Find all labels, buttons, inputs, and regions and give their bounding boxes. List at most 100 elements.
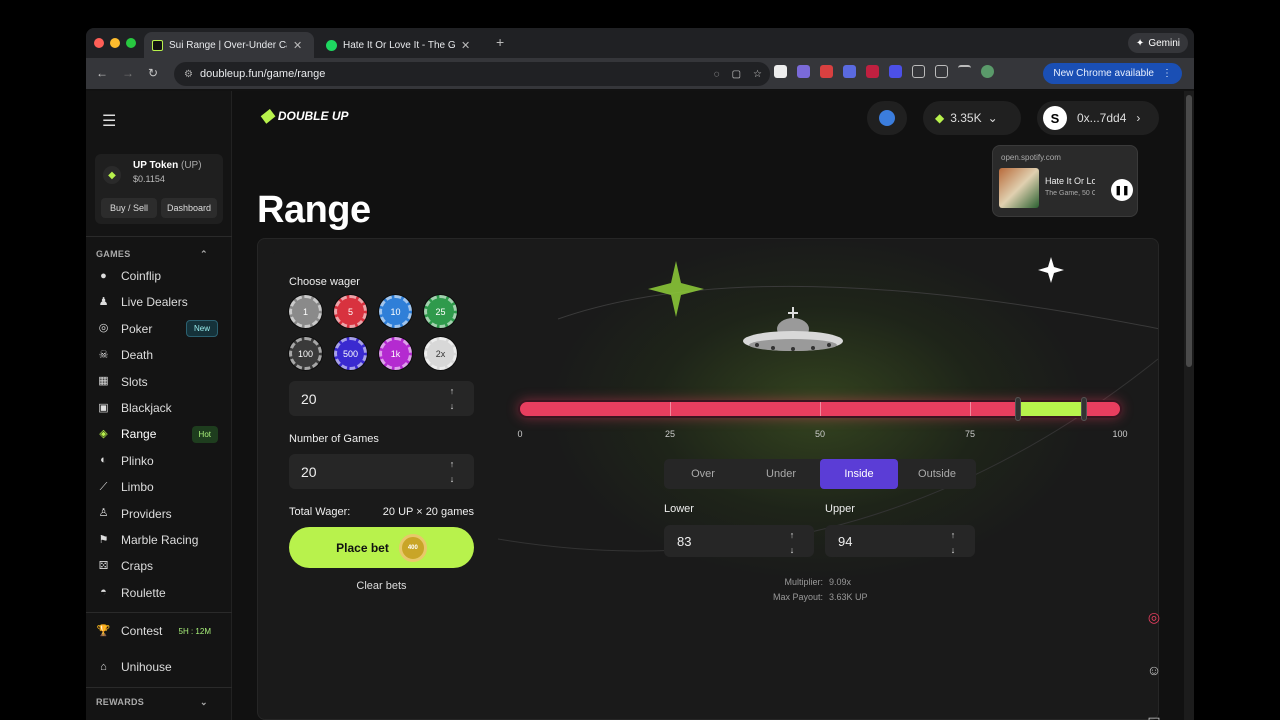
sidebar-item-death[interactable]: ☠ Death <box>96 344 222 366</box>
tab-title: Hate It Or Love It - The Ga <box>343 39 455 51</box>
wager-chip-5[interactable]: 5 <box>334 295 367 328</box>
lower-handle[interactable] <box>1015 397 1021 421</box>
page-scrollbar[interactable] <box>1184 91 1194 720</box>
sidepanel-icon[interactable] <box>935 65 948 78</box>
reload-icon[interactable]: ↻ <box>148 66 158 80</box>
sidebar-item-poker[interactable]: ◎ Poker New <box>96 318 222 340</box>
puzzle-icon[interactable] <box>912 65 925 78</box>
total-wager-value: 20 UP × 20 games <box>382 506 474 518</box>
new-tab-button[interactable]: + <box>496 34 504 50</box>
wager-stepper[interactable]: ↑ ↓ <box>438 384 466 413</box>
sidebar-item-coinflip[interactable]: ● Coinflip <box>96 265 222 287</box>
sidebar-item-blackjack[interactable]: ▣ Blackjack <box>96 397 222 419</box>
install-icon[interactable]: ▢ <box>732 69 741 80</box>
sidebar-item-limbo[interactable]: ⟋ Limbo <box>96 476 222 498</box>
sidebar-item-live-dealers[interactable]: ♟ Live Dealers <box>96 291 222 313</box>
mode-inside[interactable]: Inside <box>820 459 898 489</box>
clear-bets-button[interactable]: Clear bets <box>289 580 474 592</box>
extension-icon[interactable] <box>774 65 787 78</box>
wager-chip-100[interactable]: 100 <box>289 337 322 370</box>
extension-icon[interactable] <box>866 65 879 78</box>
mode-under[interactable]: Under <box>742 459 820 489</box>
sidebar-item-range[interactable]: ◈ Range Hot <box>96 423 222 445</box>
scrollbar-thumb[interactable] <box>1186 95 1192 367</box>
pause-icon[interactable]: ❚❚ <box>1111 179 1133 201</box>
sidebar-item-unihouse[interactable]: ⌂ Unihouse <box>96 656 222 678</box>
sidebar-item-contest[interactable]: 🏆 Contest 5H : 12M <box>96 620 222 642</box>
games-section-header[interactable]: GAMES ⌃ <box>96 249 208 259</box>
extension-icon[interactable] <box>843 65 856 78</box>
extension-icon[interactable] <box>820 65 833 78</box>
chevron-down-icon[interactable]: ⌄ <box>200 697 208 708</box>
upper-input[interactable]: 94 ↑ ↓ <box>825 525 975 557</box>
lower-input[interactable]: 83 ↑ ↓ <box>664 525 814 557</box>
number-of-games-input[interactable]: 20 ↑ ↓ <box>289 454 474 489</box>
arrow-down-icon[interactable]: ↓ <box>450 401 455 411</box>
site-info-icon[interactable]: ⚙ <box>184 69 193 80</box>
sidebar-item-providers[interactable]: ♙ Providers <box>96 503 222 525</box>
forward-icon[interactable]: → <box>122 66 134 80</box>
arrow-up-icon[interactable]: ↑ <box>790 530 795 540</box>
network-button[interactable] <box>867 101 907 135</box>
wager-chip-1[interactable]: 1 <box>289 295 322 328</box>
wager-chip-1k[interactable]: 1k <box>379 337 412 370</box>
chat-icon[interactable]: ▭ <box>1142 707 1166 720</box>
gemini-button[interactable]: ✦ Gemini <box>1127 33 1188 53</box>
upper-handle[interactable] <box>1081 397 1087 421</box>
back-icon[interactable]: ← <box>96 66 108 80</box>
minimize-window-dot[interactable] <box>110 38 120 48</box>
tab-spotify[interactable]: Hate It Or Love It - The Ga ✕ <box>318 32 488 58</box>
queue-icon[interactable] <box>958 65 971 78</box>
wager-chip-2x[interactable]: 2x <box>424 337 457 370</box>
address-bar[interactable]: ⚙ doubleup.fun/game/range ◌ ▢ ☆ <box>174 62 770 86</box>
buy-sell-button[interactable]: Buy / Sell <box>101 198 157 218</box>
maximize-window-dot[interactable] <box>126 38 136 48</box>
balance-button[interactable]: ◆ 3.35K ⌄ <box>923 101 1021 135</box>
gemini-label: Gemini <box>1148 37 1180 49</box>
arrow-up-icon[interactable]: ↑ <box>951 530 956 540</box>
lower-stepper[interactable]: ↑ ↓ <box>778 528 806 557</box>
dashboard-button[interactable]: Dashboard <box>161 198 217 218</box>
arrow-down-icon[interactable]: ↓ <box>951 545 956 555</box>
wager-chip-10[interactable]: 10 <box>379 295 412 328</box>
extension-icon[interactable] <box>797 65 810 78</box>
range-slider-track[interactable] <box>518 397 1122 421</box>
place-bet-button[interactable]: Place bet 400 <box>289 527 474 568</box>
sidebar-item-slots[interactable]: ▦ Slots <box>96 371 222 393</box>
extension-icon[interactable] <box>889 65 902 78</box>
wager-input[interactable]: 20 ↑ ↓ <box>289 381 474 416</box>
swirl-action-icon[interactable]: ◎ <box>1142 605 1166 629</box>
arrow-down-icon[interactable]: ↓ <box>790 545 795 555</box>
arrow-up-icon[interactable]: ↑ <box>450 386 455 396</box>
sidebar-item-plinko[interactable]: ◐ Plinko <box>96 450 222 472</box>
wallet-button[interactable]: S 0x...7dd4 › <box>1037 101 1159 135</box>
arrow-down-icon[interactable]: ↓ <box>450 474 455 484</box>
rewards-section-header[interactable]: REWARDS ⌄ <box>96 697 208 707</box>
support-agent-icon[interactable]: ☺ <box>1142 658 1166 682</box>
doubleup-logo[interactable]: ◆ DOUBLE UP <box>260 105 349 126</box>
games-stepper[interactable]: ↑ ↓ <box>438 457 466 486</box>
wager-chip-25[interactable]: 25 <box>424 295 457 328</box>
wager-chip-500[interactable]: 500 <box>334 337 367 370</box>
eye-off-icon[interactable]: ◌ <box>714 69 720 80</box>
sidebar-item-marble-racing[interactable]: ⚑ Marble Racing <box>96 529 222 551</box>
spotify-media-popup[interactable]: open.spotify.com Hate It Or Love It The … <box>992 145 1138 217</box>
mode-over[interactable]: Over <box>664 459 742 489</box>
close-tab-icon[interactable]: ✕ <box>461 39 470 52</box>
sparkle-green-icon <box>648 261 704 317</box>
hamburger-menu-icon[interactable]: ☰ <box>102 111 116 131</box>
sidebar-item-craps[interactable]: ⚄ Craps <box>96 555 222 577</box>
close-window-dot[interactable] <box>94 38 104 48</box>
sidebar-item-roulette[interactable]: ◓ Roulette <box>96 582 222 604</box>
arrow-up-icon[interactable]: ↑ <box>450 459 455 469</box>
close-tab-icon[interactable]: ✕ <box>293 39 302 52</box>
kebab-menu-icon[interactable]: ⋮ <box>1162 68 1172 79</box>
new-chrome-available-button[interactable]: New Chrome available ⋮ <box>1043 63 1182 84</box>
profile-avatar-icon[interactable] <box>981 65 994 78</box>
tab-range[interactable]: Sui Range | Over-Under Casi ✕ <box>144 32 314 58</box>
bookmark-star-icon[interactable]: ☆ <box>753 69 762 80</box>
chevron-up-icon[interactable]: ⌃ <box>200 249 208 260</box>
upper-stepper[interactable]: ↑ ↓ <box>939 528 967 557</box>
mode-outside[interactable]: Outside <box>898 459 976 489</box>
scale-label: 0 <box>517 429 523 439</box>
